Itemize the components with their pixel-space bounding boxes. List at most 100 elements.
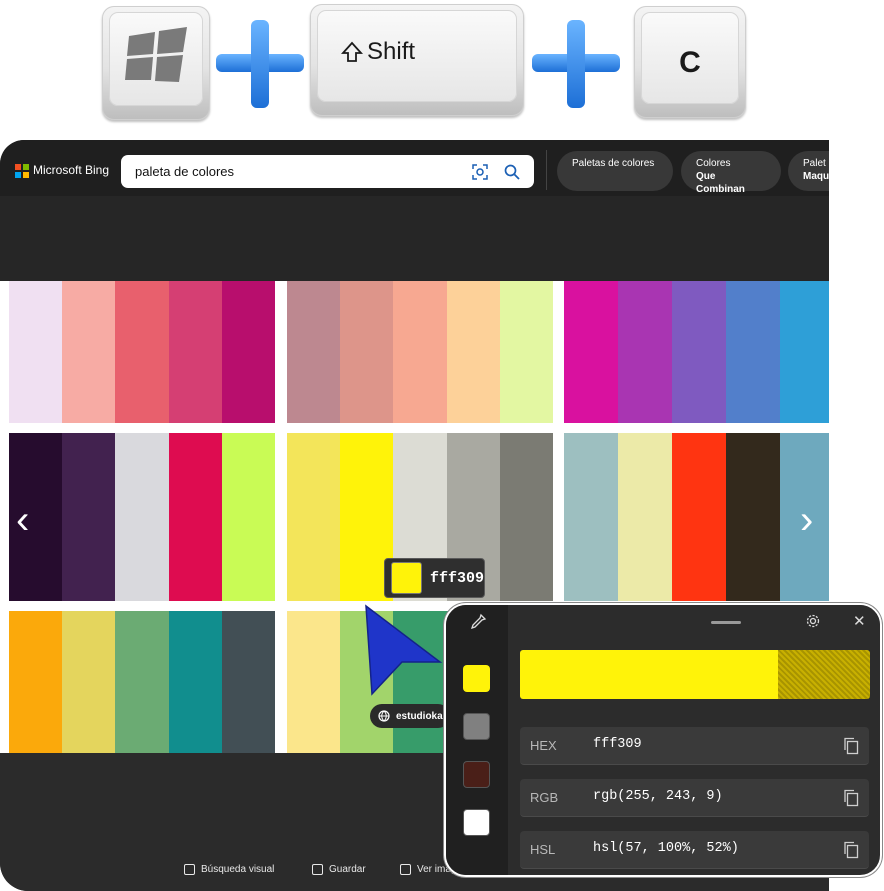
plus-icon-2	[532, 20, 620, 108]
source-label: estudioka	[396, 710, 443, 722]
rgb-field[interactable]: RGB rgb(255, 243, 9)	[520, 779, 869, 817]
palette-swatch	[446, 281, 500, 423]
hsl-field[interactable]: HSL hsl(57, 100%, 52%)	[520, 831, 869, 869]
mouse-cursor-icon	[365, 604, 443, 696]
hex-field[interactable]: HEX fff309	[520, 727, 869, 765]
palette-swatch	[9, 281, 63, 423]
shift-key: Shift	[310, 4, 524, 116]
picker-sidebar	[446, 605, 508, 875]
visual-search-action-icon	[184, 864, 195, 875]
palette-swatch	[221, 611, 276, 753]
color-picker-panel: ✕ HEX fff309 RGB rgb(255, 243, 9) HSL hs…	[444, 603, 882, 877]
plus-icon-1	[216, 20, 304, 108]
action-label: Guardar	[329, 864, 366, 875]
hex-label: HEX	[530, 738, 557, 753]
palette-swatch	[115, 433, 169, 601]
palette-card[interactable]	[287, 281, 554, 423]
related-chip-paletas-maqu[interactable]: Palet Maqu	[788, 151, 829, 191]
copy-icon[interactable]	[843, 737, 859, 755]
palette-swatch	[499, 281, 554, 423]
eyedropper-icon[interactable]	[469, 613, 487, 631]
bing-header: Microsoft Bing Paletas de colores Colore…	[0, 140, 829, 196]
brand-name[interactable]: Microsoft Bing	[33, 163, 109, 177]
source-pill[interactable]: estudioka	[370, 704, 450, 728]
visual-search-action[interactable]: Búsqueda visual	[184, 864, 274, 875]
screenshot-root: Shift C Microsoft Bing paleta de colores…	[0, 0, 884, 891]
chip-label: Palet	[803, 158, 826, 169]
rgb-value[interactable]: rgb(255, 243, 9)	[593, 789, 723, 804]
palette-card[interactable]	[9, 611, 276, 753]
palette-swatch	[672, 433, 726, 601]
shift-key-label-wrap: Shift	[341, 38, 415, 66]
palette-swatch	[726, 281, 780, 423]
action-label: Búsqueda visual	[201, 864, 275, 875]
save-action[interactable]: Guardar	[312, 864, 366, 875]
palette-swatch	[221, 433, 276, 601]
related-chip-paletas[interactable]: Paletas de colores	[557, 151, 673, 191]
header-spacer	[0, 196, 829, 282]
palette-swatch	[62, 611, 116, 753]
search-box[interactable]	[121, 155, 534, 188]
hex-value[interactable]: fff309	[593, 737, 642, 752]
palette-swatch	[115, 611, 169, 753]
color-hover-tooltip: fff309	[384, 558, 485, 598]
tooltip-swatch	[391, 562, 422, 594]
hsl-value[interactable]: hsl(57, 100%, 52%)	[593, 841, 739, 856]
palette-swatch	[115, 281, 169, 423]
history-swatch[interactable]	[463, 713, 490, 740]
palette-card[interactable]	[564, 281, 829, 423]
related-chip-colores[interactable]: Colores Que Combinan	[681, 151, 781, 195]
picker-header[interactable]: ✕	[508, 605, 880, 641]
chip-label: Colores	[696, 158, 731, 169]
drag-handle[interactable]	[711, 621, 741, 624]
palette-swatch	[62, 281, 116, 423]
palette-swatch	[9, 611, 63, 753]
header-divider	[546, 150, 547, 190]
visual-search-icon[interactable]	[471, 163, 489, 181]
c-key-face: C	[641, 12, 739, 104]
shift-arrow-icon	[341, 41, 363, 62]
palette-swatch	[499, 433, 554, 601]
palette-card[interactable]	[9, 281, 276, 423]
carousel-prev-icon[interactable]: ‹	[16, 498, 29, 543]
palette-card[interactable]	[9, 433, 276, 601]
chip-label: Paletas de colores	[572, 158, 655, 169]
palette-swatch	[393, 281, 447, 423]
palette-swatch	[780, 281, 829, 423]
history-swatch[interactable]	[463, 665, 490, 692]
palette-swatch	[287, 281, 341, 423]
c-key-label: C	[679, 46, 701, 79]
settings-gear-icon[interactable]	[805, 613, 821, 629]
shift-key-face: Shift	[317, 10, 517, 102]
palette-swatch	[62, 433, 116, 601]
palette-card[interactable]	[564, 433, 829, 601]
shift-key-label: Shift	[367, 38, 416, 65]
chip-sublabel: Maqu	[803, 171, 829, 182]
windows-key	[102, 6, 210, 120]
hsl-label: HSL	[530, 842, 556, 857]
close-icon[interactable]: ✕	[853, 612, 866, 630]
color-preview[interactable]	[520, 650, 870, 699]
palette-swatch	[168, 433, 222, 601]
palette-swatch	[564, 281, 618, 423]
copy-icon[interactable]	[843, 841, 859, 859]
search-icon[interactable]	[503, 163, 521, 181]
palette-swatch	[221, 281, 276, 423]
microsoft-logo-icon[interactable]	[15, 164, 29, 178]
color-variant-swatch[interactable]	[778, 650, 870, 699]
tooltip-hex: fff309	[429, 569, 484, 587]
copy-icon[interactable]	[843, 789, 859, 807]
history-swatch[interactable]	[463, 809, 490, 836]
palette-swatch	[168, 611, 222, 753]
rgb-label: RGB	[530, 790, 559, 805]
palette-swatch	[672, 281, 726, 423]
palette-swatch	[287, 611, 341, 753]
search-input[interactable]	[135, 162, 455, 180]
carousel-next-icon[interactable]: ›	[800, 498, 813, 543]
windows-logo-icon	[125, 27, 187, 82]
chip-sublabel: Que Combinan	[696, 171, 745, 195]
palette-swatch	[168, 281, 222, 423]
c-key: C	[634, 6, 746, 118]
history-swatch[interactable]	[463, 761, 490, 788]
palette-swatch	[287, 433, 341, 601]
